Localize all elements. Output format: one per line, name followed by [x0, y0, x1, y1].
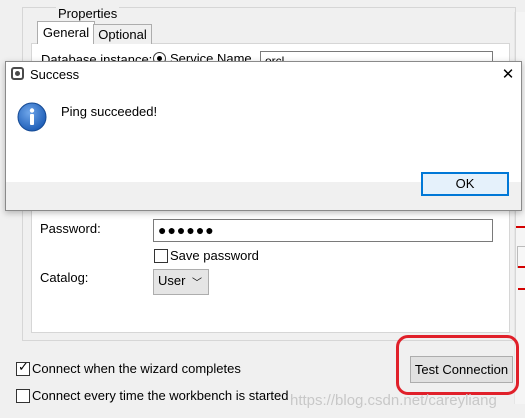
tab-general[interactable]: General — [37, 21, 95, 44]
chevron-down-icon: ﹀ — [192, 278, 202, 289]
dialog-body: Ping succeeded! — [6, 88, 521, 182]
tab-optional[interactable]: Optional — [93, 24, 152, 44]
watermark-text: https://blog.csdn.net/careyliang — [290, 392, 497, 409]
dialog-title: Success — [30, 67, 80, 82]
catalog-selected-value: User — [158, 273, 186, 288]
close-icon[interactable]: ✕ — [498, 64, 518, 84]
catalog-label: Catalog: — [40, 270, 89, 285]
app-icon — [11, 67, 24, 80]
dialog-message: Ping succeeded! — [61, 104, 158, 119]
red-marker — [518, 266, 525, 268]
ok-button[interactable]: OK — [421, 172, 509, 196]
highlight-annotation — [396, 335, 519, 395]
properties-group-title: Properties — [56, 6, 120, 21]
success-dialog: Success ✕ Ping succeeded! OK — [5, 61, 522, 211]
dialog-titlebar: Success ✕ — [6, 62, 521, 88]
connect-when-complete-label: Connect when the wizard completes — [32, 361, 241, 376]
connect-every-time-label: Connect every time the workbench is star… — [32, 388, 289, 403]
save-password-checkbox[interactable] — [154, 249, 168, 263]
save-password-label: Save password — [170, 248, 259, 263]
connect-when-complete-checkbox[interactable] — [16, 360, 30, 376]
password-field[interactable]: ●●●●●● — [153, 219, 493, 242]
info-icon — [17, 102, 47, 132]
password-label: Password: — [40, 221, 101, 236]
red-marker — [516, 226, 525, 228]
red-marker — [518, 288, 525, 290]
side-box — [517, 246, 525, 268]
connect-every-time-checkbox[interactable] — [16, 389, 30, 403]
